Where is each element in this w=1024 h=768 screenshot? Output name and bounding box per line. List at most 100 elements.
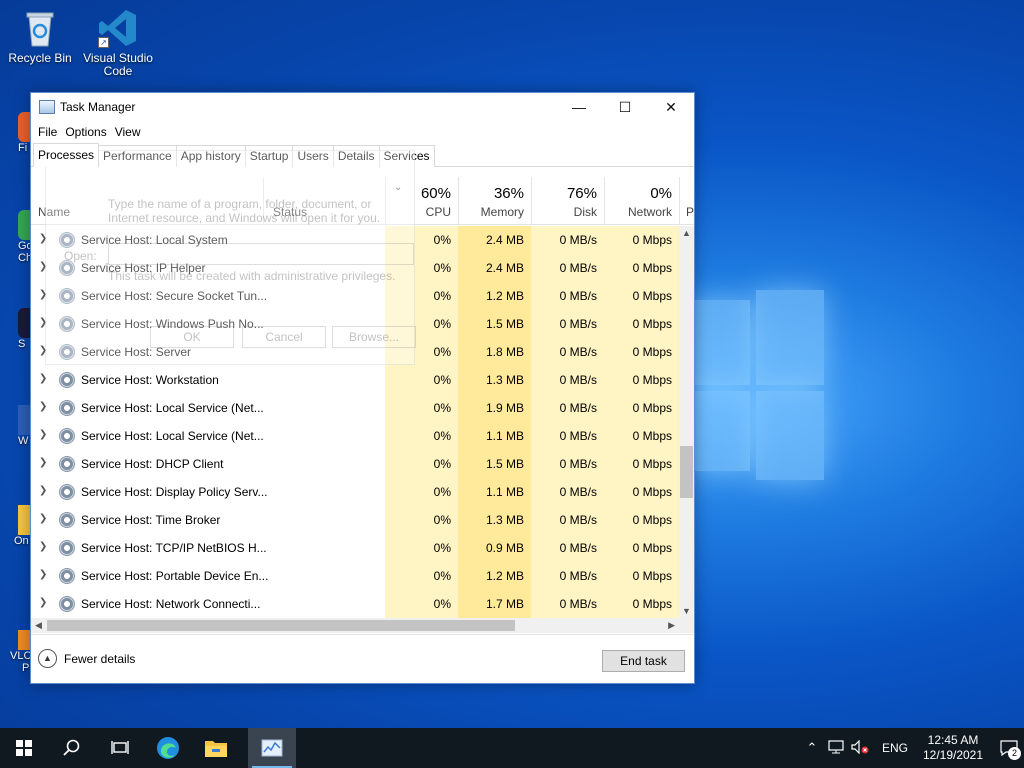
process-name: Service Host: Server <box>81 345 192 359</box>
tab-app-history[interactable]: App history <box>175 145 246 167</box>
gear-icon <box>59 540 75 556</box>
expand-chevron-icon[interactable]: ❯ <box>39 457 47 468</box>
close-button[interactable]: ✕ <box>648 93 694 121</box>
tab-users[interactable]: Users <box>292 145 334 167</box>
table-row[interactable]: ❯ Service Host: TCP/IP NetBIOS H... 0% 0.9 … <box>31 534 679 562</box>
chevron-up-icon[interactable]: ⌃ <box>800 740 824 756</box>
table-row[interactable]: ❯ Service Host: Portable Device En... 0% 1.… <box>31 562 679 590</box>
table-row[interactable]: ❯ Service Host: Workstation 0% 1.3 MB 0 MB/s… <box>31 366 679 394</box>
process-name: Service Host: TCP/IP NetBIOS H... <box>81 541 267 555</box>
menu-view[interactable]: View <box>111 125 145 139</box>
table-row[interactable]: ❯ Service Host: Local Service (Net... 0% 1.… <box>31 422 679 450</box>
expand-chevron-icon[interactable]: ❯ <box>39 233 47 244</box>
expand-chevron-icon[interactable]: ❯ <box>39 541 47 552</box>
title-bar[interactable]: Task Manager — ☐ ✕ <box>31 93 694 121</box>
desktop-icon-vscode[interactable]: ↗ Visual Studio Code <box>78 8 158 78</box>
table-row[interactable]: ❯ Service Host: Network Connecti... 0% 1.7 … <box>31 590 679 618</box>
process-memory: 1.8 MB <box>458 338 531 366</box>
notification-center-icon[interactable]: 2 <box>994 728 1024 768</box>
table-row[interactable]: ❯ Service Host: Local Service (Net... 0% 1.… <box>31 394 679 422</box>
process-memory: 1.5 MB <box>458 450 531 478</box>
table-row[interactable]: ❯ Service Host: Local System 0% 2.4 MB 0 MB/… <box>31 226 679 254</box>
desktop-icon-s-peek[interactable]: S <box>18 308 30 350</box>
expand-chevron-icon[interactable]: ❯ <box>39 429 47 440</box>
desktop-icon-recycle-bin[interactable]: Recycle Bin <box>0 8 80 65</box>
expand-chevron-icon[interactable]: ❯ <box>39 401 47 412</box>
fewer-details-label: Fewer details <box>64 651 136 666</box>
task-manager-window[interactable]: Task Manager — ☐ ✕ File Options View Pro… <box>30 92 695 684</box>
expand-chevron-icon[interactable]: ❯ <box>39 345 47 356</box>
tab-services[interactable]: Services <box>378 145 435 167</box>
task-view-icon[interactable] <box>96 728 144 768</box>
column-name[interactable]: Name <box>38 205 70 219</box>
menu-options[interactable]: Options <box>61 125 110 139</box>
process-network: 0 Mbps <box>604 394 679 422</box>
tab-performance[interactable]: Performance <box>98 145 177 167</box>
table-row[interactable]: ❯ Service Host: DHCP Client 0% 1.5 MB 0 MB/s… <box>31 450 679 478</box>
horizontal-scroll-thumb[interactable] <box>47 620 515 631</box>
table-row[interactable]: ❯ Service Host: Secure Socket Tun... 0% 1.2… <box>31 282 679 310</box>
input-language[interactable]: ENG <box>882 741 908 755</box>
menu-bar: File Options View <box>31 121 694 143</box>
scroll-right-icon[interactable]: ▶ <box>668 620 675 631</box>
table-row[interactable]: ❯ Service Host: Windows Push No... 0% 1.5 M… <box>31 310 679 338</box>
vertical-scroll-thumb[interactable] <box>680 446 693 498</box>
minimize-button[interactable]: — <box>556 93 602 121</box>
tab-details[interactable]: Details <box>332 145 380 167</box>
column-network[interactable]: 0% Network <box>604 177 679 225</box>
task-manager-taskbar-icon[interactable] <box>248 728 296 768</box>
vertical-scrollbar[interactable]: ▲ ▼ <box>679 226 694 618</box>
desktop-icon-label: Recycle Bin <box>8 51 72 65</box>
scroll-left-icon[interactable]: ◀ <box>35 620 42 631</box>
recycle-bin-icon <box>20 8 60 48</box>
search-icon[interactable] <box>48 728 96 768</box>
end-task-button[interactable]: End task <box>602 650 685 672</box>
table-row[interactable]: ❯ Service Host: Server 0% 1.8 MB 0 MB/s 0 Mbp… <box>31 338 679 366</box>
desktop-icon-word-peek[interactable]: W <box>18 405 30 447</box>
process-network: 0 Mbps <box>604 310 679 338</box>
table-row[interactable]: ❯ Service Host: Display Policy Serv... 0% 1… <box>31 478 679 506</box>
process-cpu: 0% <box>385 562 458 590</box>
process-name: Service Host: Local Service (Net... <box>81 401 264 415</box>
network-percent: 0% <box>650 185 672 202</box>
volume-muted-icon[interactable] <box>848 739 872 757</box>
tab-strip: Processes Performance App history Startu… <box>31 143 694 167</box>
expand-chevron-icon[interactable]: ❯ <box>39 597 47 608</box>
clock[interactable]: 12:45 AM 12/19/2021 <box>918 733 988 763</box>
memory-label: Memory <box>480 205 524 219</box>
scroll-down-icon[interactable]: ▼ <box>682 606 691 616</box>
column-power-peek[interactable]: P <box>679 177 694 225</box>
network-icon[interactable] <box>824 739 848 757</box>
column-cpu[interactable]: 60% CPU <box>385 177 458 225</box>
expand-chevron-icon[interactable]: ❯ <box>39 485 47 496</box>
edge-icon[interactable] <box>144 728 192 768</box>
expand-chevron-icon[interactable]: ❯ <box>39 513 47 524</box>
windows-start-icon[interactable] <box>0 728 48 768</box>
expand-chevron-icon[interactable]: ❯ <box>39 317 47 328</box>
column-memory[interactable]: 36% Memory <box>458 177 531 225</box>
desktop-icon-onenote-peek[interactable]: On <box>14 505 30 547</box>
desktop-icon-vlc-peek[interactable]: VLC P <box>10 630 31 674</box>
tab-startup[interactable]: Startup <box>244 145 294 167</box>
process-cpu: 0% <box>385 338 458 366</box>
scroll-up-icon[interactable]: ▲ <box>682 228 691 238</box>
column-disk[interactable]: 76% Disk <box>531 177 604 225</box>
fewer-details-toggle[interactable]: ▲ Fewer details <box>38 649 135 668</box>
table-row[interactable]: ❯ Service Host: Time Broker 0% 1.3 MB 0 MB/s… <box>31 506 679 534</box>
file-explorer-icon[interactable] <box>192 728 240 768</box>
maximize-button[interactable]: ☐ <box>602 93 648 121</box>
expand-chevron-icon[interactable]: ❯ <box>39 261 47 272</box>
gear-icon <box>59 568 75 584</box>
expand-chevron-icon[interactable]: ❯ <box>39 373 47 384</box>
table-row[interactable]: ❯ Service Host: IP Helper 0% 2.4 MB 0 MB/s 0 … <box>31 254 679 282</box>
horizontal-scrollbar[interactable]: ◀ ▶ <box>31 618 679 633</box>
process-network: 0 Mbps <box>604 562 679 590</box>
expand-chevron-icon[interactable]: ❯ <box>39 289 47 300</box>
power-label: P <box>686 205 695 219</box>
menu-file[interactable]: File <box>34 125 61 139</box>
desktop-icon-firefox-peek[interactable]: Fi <box>18 112 30 154</box>
column-status[interactable]: Status <box>263 177 385 225</box>
expand-chevron-icon[interactable]: ❯ <box>39 569 47 580</box>
taskbar: ⌃ ENG 12:45 AM 12/19/2021 2 <box>0 728 1024 768</box>
tab-processes[interactable]: Processes <box>33 143 100 167</box>
